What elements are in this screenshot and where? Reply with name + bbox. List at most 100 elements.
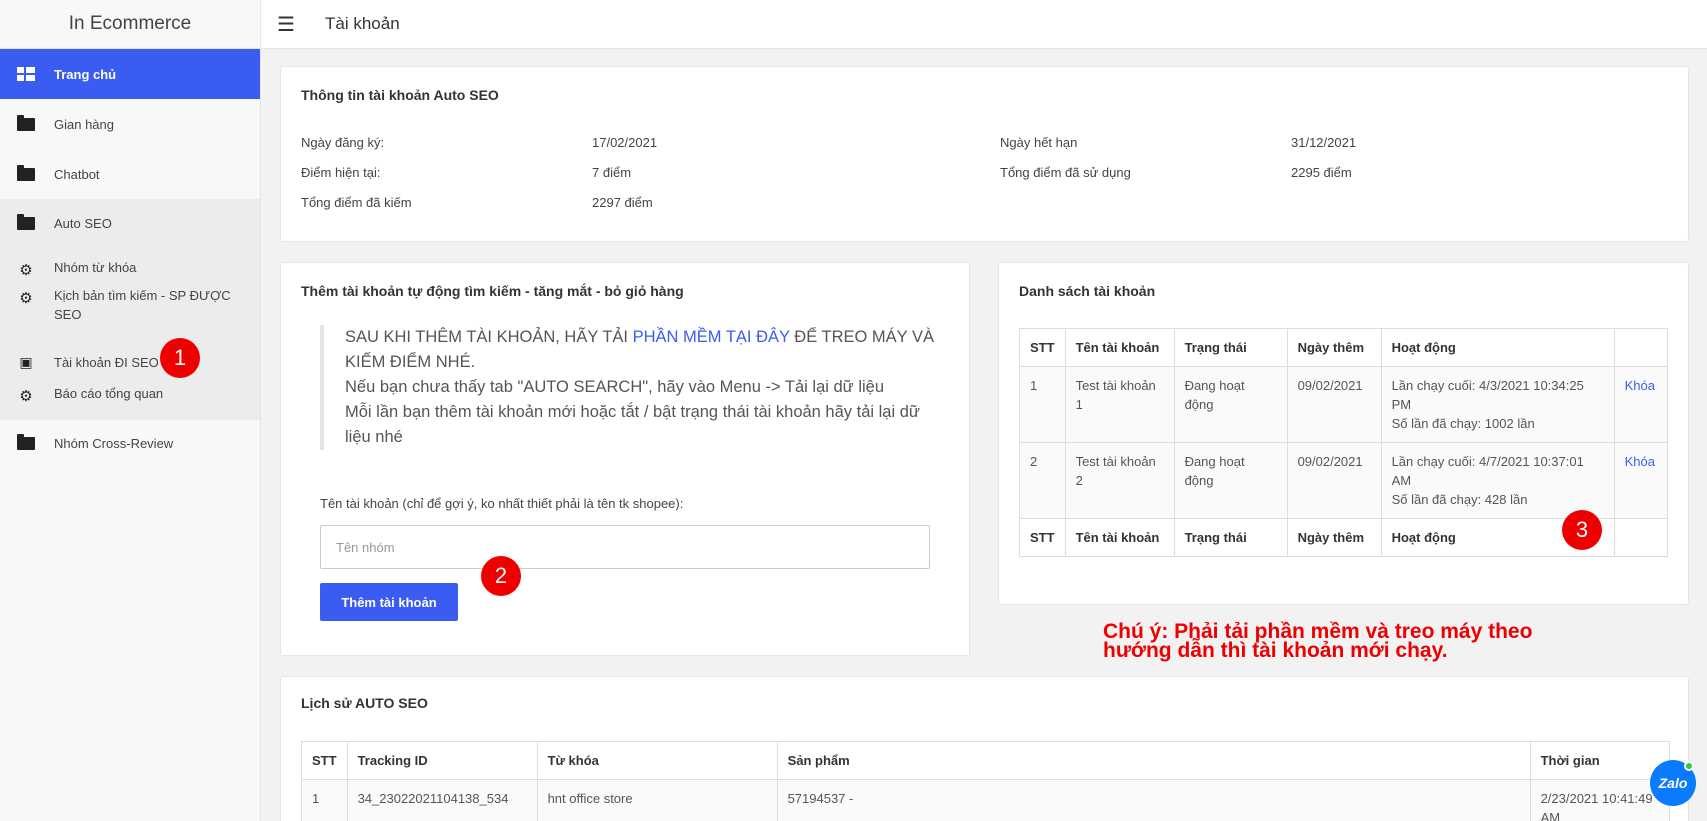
column-header: STT — [1019, 328, 1066, 367]
current-points-value: 7 điểm — [592, 165, 632, 180]
sidebar-item-search-scripts[interactable]: ⚙ Kịch bản tìm kiếm - SP ĐƯỢC SEO — [0, 286, 260, 342]
lock-link[interactable]: Khóa — [1625, 378, 1655, 393]
account-list-title: Danh sách tài khoản — [1019, 283, 1156, 299]
current-points-label: Điểm hiện tại: — [301, 165, 381, 180]
table-row: 1 34_23022021104138_534 hnt office store… — [301, 779, 1671, 821]
column-header: Từ khóa — [536, 741, 778, 780]
menu-icon[interactable]: ☰ — [277, 12, 299, 37]
sidebar-item-report[interactable]: ⚙ Báo cáo tổng quan — [0, 382, 260, 420]
earned-value: 2297 điểm — [592, 195, 653, 210]
cell-keyword: hnt office store — [536, 779, 778, 821]
sidebar-item-label: Nhóm từ khóa — [54, 260, 137, 275]
column-header: Tracking ID — [346, 741, 538, 780]
folder-icon — [16, 433, 36, 453]
sidebar-item-label: Auto SEO — [54, 216, 112, 231]
table-header-row: STT Tên tài khoản Trạng thái Ngày thêm H… — [1019, 328, 1669, 367]
sidebar-item-cross-review[interactable]: Nhóm Cross-Review — [0, 420, 260, 466]
used-value: 2295 điểm — [1291, 165, 1352, 180]
account-info-card: Thông tin tài khoản Auto SEO Ngày đăng k… — [280, 66, 1689, 242]
history-title: Lịch sử AUTO SEO — [301, 695, 428, 711]
cell-date: 09/02/2021 — [1286, 442, 1382, 519]
sidebar-item-label: Tài khoản ĐI SEO — [54, 354, 159, 370]
sidebar-item-label: Báo cáo tổng quan — [54, 386, 164, 401]
sidebar-item-shops[interactable]: Gian hàng — [0, 99, 260, 149]
sidebar-item-label: Chatbot — [54, 166, 100, 182]
column-footer: Trạng thái — [1173, 518, 1288, 557]
expire-label: Ngày hết hạn — [1000, 135, 1078, 150]
page-title: Tài khoản — [325, 14, 400, 33]
column-header: Hoạt động — [1380, 328, 1615, 367]
zalo-chat-button[interactable]: Zalo — [1650, 760, 1696, 806]
run-count-text: Số lần đã chạy: 1002 lần — [1391, 416, 1535, 431]
cell-time: 2/23/2021 10:41:49 AM — [1529, 779, 1671, 821]
add-account-title: Thêm tài khoản tự động tìm kiếm - tăng m… — [301, 283, 684, 299]
column-header: STT — [301, 741, 348, 780]
cell-name: Test tài khoản 2 — [1064, 442, 1175, 519]
cell-stt: 2 — [1019, 442, 1066, 519]
cell-activity: Lần chạy cuối: 4/7/2021 10:37:01 AM Số l… — [1380, 442, 1615, 519]
column-header: Ngày thêm — [1286, 328, 1382, 367]
run-count-text: Số lần đã chạy: 428 lần — [1391, 492, 1528, 507]
expire-value: 31/12/2021 — [1291, 135, 1357, 150]
annotation-badge-2: 2 — [481, 556, 521, 596]
online-status-dot — [1684, 761, 1694, 771]
download-software-link[interactable]: PHẦN MỀM TẠI ĐÂY — [633, 328, 790, 346]
sidebar-item-chatbot[interactable]: Chatbot — [0, 149, 260, 199]
column-header: Trạng thái — [1173, 328, 1288, 367]
folder-icon — [16, 214, 36, 234]
column-header: Tên tài khoản — [1064, 328, 1175, 367]
column-footer: Tên tài khoản — [1064, 518, 1175, 557]
account-list-card: Danh sách tài khoản STT Tên tài khoản Tr… — [998, 262, 1689, 605]
history-table-wrapper: STT Tracking ID Từ khóa Sản phẩm Thời gi… — [301, 741, 1671, 821]
folder-icon — [16, 114, 36, 134]
auto-seo-submenu: ⚙ Nhóm từ khóa ⚙ Kịch bản tìm kiếm - SP … — [0, 248, 260, 420]
cell-status: Đang hoạt động — [1173, 442, 1288, 519]
sidebar-item-keyword-groups[interactable]: ⚙ Nhóm từ khóa — [0, 248, 260, 286]
add-account-button[interactable]: Thêm tài khoản — [320, 583, 458, 621]
sidebar-item-label: Kịch bản tìm kiếm - SP ĐƯỢC SEO — [54, 288, 231, 322]
zalo-label: Zalo — [1658, 775, 1688, 791]
earned-label: Tổng điểm đã kiếm — [301, 195, 412, 210]
sidebar-item-home[interactable]: Trang chủ — [0, 49, 260, 99]
gear-icon: ⚙ — [19, 289, 33, 307]
cell-action: Khóa — [1613, 366, 1669, 443]
table-row: 2 Test tài khoản 2 Đang hoạt động 09/02/… — [1019, 442, 1669, 519]
annotation-badge-3: 3 — [1562, 510, 1602, 550]
cell-action: Khóa — [1613, 442, 1669, 519]
last-run-text: Lần chạy cuối: 4/7/2021 10:37:01 AM — [1391, 454, 1584, 488]
notice-text: SAU KHI THÊM TÀI KHOẢN, HÃY TẢI — [345, 328, 633, 346]
sidebar-item-label: Nhóm Cross-Review — [54, 435, 174, 451]
column-header: Sản phẩm — [776, 741, 1531, 780]
notice-blockquote: SAU KHI THÊM TÀI KHOẢN, HÃY TẢI PHẦN MỀM… — [320, 325, 940, 450]
table-row: 1 Test tài khoản 1 Đang hoạt động 09/02/… — [1019, 366, 1669, 443]
annotation-badge-1: 1 — [160, 338, 200, 378]
cell-stt: 1 — [1019, 366, 1066, 443]
note-line: hướng dẫn thì tài khoản mới chạy. — [1103, 639, 1448, 662]
cell-date: 09/02/2021 — [1286, 366, 1382, 443]
history-card: Lịch sử AUTO SEO STT Tracking ID Từ khóa… — [280, 676, 1689, 821]
cell-tracking-id: 34_23022021104138_534 — [346, 779, 538, 821]
notice-text: Mỗi lần bạn thêm tài khoản mới hoặc tắt … — [345, 403, 920, 446]
sidebar-item-auto-seo[interactable]: Auto SEO — [0, 199, 260, 248]
last-run-text: Lần chạy cuối: 4/3/2021 10:34:25 PM — [1391, 378, 1584, 412]
topbar: ☰ Tài khoản — [261, 0, 1707, 49]
sidebar: In Ecommerce Trang chủ Gian hàng Chatbot… — [0, 0, 261, 821]
folder-icon — [16, 164, 36, 184]
column-header — [1613, 328, 1669, 367]
brand-logo[interactable]: In Ecommerce — [0, 0, 260, 49]
account-name-input[interactable] — [320, 525, 930, 569]
lock-link[interactable]: Khóa — [1625, 454, 1655, 469]
dashboard-icon — [16, 64, 36, 84]
used-label: Tổng điểm đã sử dụng — [1000, 165, 1131, 180]
add-account-card: Thêm tài khoản tự động tìm kiếm - tăng m… — [280, 262, 970, 656]
history-table: STT Tracking ID Từ khóa Sản phẩm Thời gi… — [301, 741, 1671, 821]
registered-value: 17/02/2021 — [592, 135, 658, 150]
cell-status: Đang hoạt động — [1173, 366, 1288, 443]
sidebar-item-seo-accounts[interactable]: ▣ Tài khoản ĐI SEO — [0, 342, 260, 382]
column-header: Thời gian — [1529, 741, 1671, 780]
column-footer: STT — [1019, 518, 1066, 557]
gear-icon: ⚙ — [19, 261, 33, 279]
column-footer — [1613, 518, 1669, 557]
account-name-label: Tên tài khoản (chỉ để gợi ý, ko nhất thi… — [320, 496, 684, 511]
notice-text: Nếu bạn chưa thấy tab "AUTO SEARCH", hãy… — [345, 378, 884, 396]
